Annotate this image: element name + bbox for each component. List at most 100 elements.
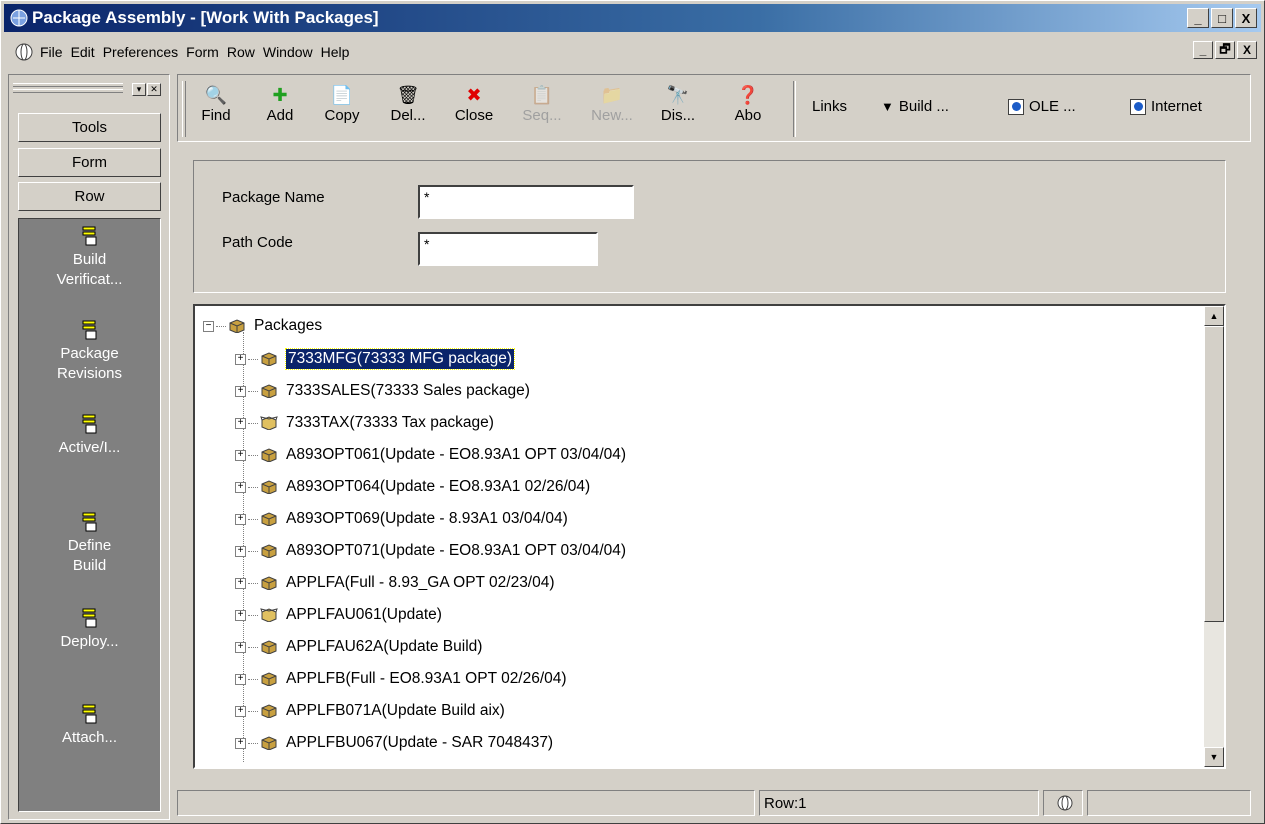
panel-buttons: ▾ ✕ xyxy=(132,83,161,96)
expand-icon[interactable]: + xyxy=(235,417,246,429)
exit-label: Package Revisions xyxy=(56,345,123,382)
package-icon xyxy=(261,640,277,654)
toolbar-button-display[interactable]: 🔭 Dis... xyxy=(654,83,702,135)
toolbar-button-label: Del... xyxy=(390,107,426,124)
panel-grip-2 xyxy=(13,89,123,93)
exit-package-revisions[interactable]: Package Revisions xyxy=(19,319,160,384)
form-section-button[interactable]: Form xyxy=(18,148,161,177)
tree-item[interactable]: +7333MFG(73333 MFG package) xyxy=(235,345,515,373)
exit-define-build[interactable]: Define Build xyxy=(19,511,160,576)
tree-item[interactable]: + A893OPT061(Update - EO8.93A1 OPT 03/04/… xyxy=(235,441,626,469)
tree-root[interactable]: − Packages xyxy=(203,312,322,340)
exit-attachments[interactable]: Attach... xyxy=(19,703,160,748)
package-icon xyxy=(261,672,277,686)
collapse-icon[interactable]: − xyxy=(203,320,214,332)
menu-row[interactable]: Row xyxy=(227,44,263,60)
scroll-thumb[interactable] xyxy=(1204,326,1224,622)
exit-bar-panel: ▾ ✕ Tools Form Row Build Verificat... Pa… xyxy=(8,74,170,820)
toolbar-button-new[interactable]: 📁 New... xyxy=(588,83,636,135)
panel-pin-button[interactable]: ▾ xyxy=(132,83,146,96)
toolbar-button-copy[interactable]: 📄 Copy xyxy=(318,83,366,135)
expand-icon[interactable]: + xyxy=(235,609,246,621)
expand-icon[interactable]: + xyxy=(235,641,246,653)
find-icon: 🔍 xyxy=(204,85,228,105)
doc-restore-button[interactable]: 🗗 xyxy=(1215,41,1235,59)
tree-item[interactable]: + APPLFBU067(Update - SAR 7048437) xyxy=(235,729,553,757)
tree-item[interactable]: + A893OPT071(Update - EO8.93A1 OPT 03/04/… xyxy=(235,537,626,565)
tree-item[interactable]: + APPLFB071A(Update Build aix) xyxy=(235,697,505,725)
exit-build-verification[interactable]: Build Verificat... xyxy=(19,225,160,290)
document-globe-icon[interactable] xyxy=(14,42,34,62)
menu-edit[interactable]: Edit xyxy=(71,44,103,60)
tree-item[interactable]: + APPLFAU061(Update) xyxy=(235,601,442,629)
expand-icon[interactable]: + xyxy=(235,385,246,397)
exit-active-inactive[interactable]: Active/I... xyxy=(19,413,160,458)
expand-icon[interactable]: + xyxy=(235,353,246,365)
expand-icon[interactable]: + xyxy=(235,481,246,493)
menu-preferences[interactable]: Preferences xyxy=(103,44,186,60)
maximize-button[interactable]: □ xyxy=(1211,8,1233,28)
seq-icon: 📋 xyxy=(530,85,554,105)
links-label: Links xyxy=(812,98,847,115)
tree-item[interactable]: +7333SALES(73333 Sales package) xyxy=(235,377,530,405)
tree-connector xyxy=(248,454,258,456)
exit-label: Active/I... xyxy=(58,439,121,456)
add-icon: ✚ xyxy=(272,85,288,105)
toolbar-button-delete[interactable]: 🗑 Del... xyxy=(384,83,432,135)
row-section-button[interactable]: Row xyxy=(18,182,161,211)
package-name-input[interactable]: * xyxy=(418,185,634,219)
toolbar-button-add[interactable]: ✚ Add xyxy=(256,83,304,135)
vertical-scrollbar[interactable]: ▲ ▼ xyxy=(1204,306,1224,767)
tree-item-label: APPLFA(Full - 8.93_GA OPT 02/23/04) xyxy=(286,574,555,591)
expand-icon[interactable]: + xyxy=(235,449,246,461)
menu-window[interactable]: Window xyxy=(263,44,321,60)
build-link-dropdown[interactable]: ▼ Build ... xyxy=(881,98,949,115)
tree: − Packages +7333MFG(73333 MFG package) +7… xyxy=(203,312,1193,762)
scroll-up-button[interactable]: ▲ xyxy=(1204,306,1224,326)
tree-item[interactable]: + APPLFAU62A(Update Build) xyxy=(235,633,482,661)
panel-grip[interactable] xyxy=(13,83,123,87)
close-window-button[interactable]: X xyxy=(1235,8,1257,28)
path-code-input[interactable]: * xyxy=(418,232,598,266)
expand-icon[interactable]: + xyxy=(235,673,246,685)
tree-connector xyxy=(248,614,258,616)
tree-item[interactable]: + A893OPT064(Update - EO8.93A1 02/26/04) xyxy=(235,473,590,501)
ole-link[interactable]: OLE ... xyxy=(1008,98,1076,115)
window-title: Package Assembly - [Work With Packages] xyxy=(32,8,379,27)
package-icon xyxy=(261,544,277,558)
menu-form[interactable]: Form xyxy=(186,44,227,60)
panel-close-button[interactable]: ✕ xyxy=(147,83,161,96)
internet-link[interactable]: Internet xyxy=(1130,98,1202,115)
expand-icon[interactable]: + xyxy=(235,577,246,589)
minimize-button[interactable]: _ xyxy=(1187,8,1209,28)
toolbar-button-label: Find xyxy=(201,107,231,124)
tree-item[interactable]: + APPLFB(Full - EO8.93A1 OPT 02/26/04) xyxy=(235,665,567,693)
exit-deploy[interactable]: Deploy... xyxy=(19,607,160,652)
internet-link-label: Internet xyxy=(1151,98,1202,115)
tree-item-label: A893OPT061(Update - EO8.93A1 OPT 03/04/0… xyxy=(286,446,627,463)
expand-icon[interactable]: + xyxy=(235,545,246,557)
menu-help[interactable]: Help xyxy=(321,44,358,60)
doc-minimize-button[interactable]: _ xyxy=(1193,41,1213,59)
doc-close-button[interactable]: X xyxy=(1237,41,1257,59)
tree-item[interactable]: +7333TAX(73333 Tax package) xyxy=(235,409,494,437)
toolbar-button-about[interactable]: ❓ Abo xyxy=(724,83,772,135)
package-icon xyxy=(261,448,277,462)
tree-item[interactable]: + APPLFA(Full - 8.93_GA OPT 02/23/04) xyxy=(235,569,555,597)
tools-section-button[interactable]: Tools xyxy=(18,113,161,142)
expand-icon[interactable]: + xyxy=(235,705,246,717)
expand-icon[interactable]: + xyxy=(235,513,246,525)
main-area: 🔍 Find ✚ Add 📄 Copy 🗑 Del... ✖ Close 📋 Seq... 📁 New..… xyxy=(177,74,1259,820)
toolbar-button-seq[interactable]: 📋 Seq... xyxy=(518,83,566,135)
open-package-icon xyxy=(260,608,278,622)
tree-connector xyxy=(248,518,258,520)
tree-item[interactable]: + A893OPT069(Update - 8.93A1 03/04/04) xyxy=(235,505,568,533)
tree-item-label: A893OPT069(Update - 8.93A1 03/04/04) xyxy=(286,510,568,527)
toolbar-button-find[interactable]: 🔍 Find xyxy=(192,83,240,135)
expand-icon[interactable]: + xyxy=(235,737,246,749)
toolbar-button-close[interactable]: ✖ Close xyxy=(450,83,498,135)
build-link-label: Build ... xyxy=(898,98,949,115)
tree-connector xyxy=(248,486,258,488)
menu-file[interactable]: File xyxy=(40,44,71,60)
scroll-down-button[interactable]: ▼ xyxy=(1204,747,1224,767)
